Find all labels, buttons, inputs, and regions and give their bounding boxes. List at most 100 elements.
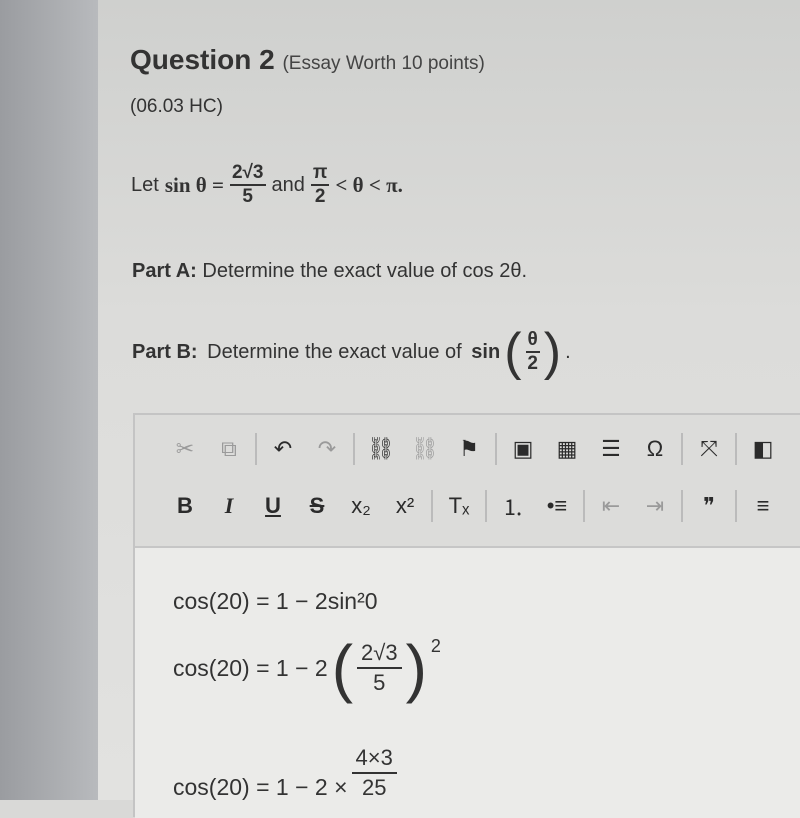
- fraction: 2√3 5: [229, 162, 266, 208]
- inequality: < θ < π.: [335, 172, 403, 197]
- toolbar-separator: [431, 490, 433, 522]
- denominator: 5: [373, 670, 386, 695]
- flag-button[interactable]: ⚑: [447, 433, 491, 465]
- toolbar-separator: [583, 490, 585, 522]
- bold-icon: B: [177, 493, 193, 518]
- sin-fn: sin: [471, 340, 501, 363]
- toolbar-separator: [353, 433, 355, 465]
- fraction: 4×3 25: [351, 744, 397, 802]
- part-b-label: Part B:: [132, 340, 198, 363]
- copy-icon: ⧉: [221, 436, 237, 461]
- underline-button[interactable]: U: [251, 490, 295, 522]
- part-b: Part B: Determine the exact value of sin…: [132, 326, 571, 378]
- blockquote-icon: ❞: [703, 493, 715, 518]
- outdent-button[interactable]: ⇤: [589, 490, 633, 522]
- denominator: 25: [361, 775, 387, 800]
- underline-icon: U: [265, 493, 281, 518]
- remove-format-icon: Tₓ: [448, 493, 470, 518]
- toolbar-separator: [735, 490, 737, 522]
- numerator: π: [310, 162, 330, 186]
- question-code: (06.03 HC): [130, 96, 223, 117]
- link-icon: ⛓: [367, 436, 395, 461]
- redo-icon: ↷: [317, 436, 337, 461]
- editor-content[interactable]: cos(20) = 1 − 2sin²0 cos(20) = 1 − 2( 2√…: [135, 548, 800, 818]
- line3-left: cos(20) = 1 − 2 ×: [173, 773, 348, 800]
- numbered-list-icon: ⒈: [501, 495, 524, 520]
- toolbar-row-2: B I U Sx₂ x² Tₓ ⒈ •≡ ⇤ ⇥ ❞ ≡: [163, 490, 785, 522]
- italic-icon: I: [224, 493, 234, 518]
- paren: (: [504, 323, 522, 381]
- table-icon: ▦: [556, 436, 578, 461]
- outdent-icon: ⇤: [601, 493, 621, 518]
- and-text: and: [271, 173, 305, 196]
- fraction: π2: [310, 162, 330, 208]
- cut-button[interactable]: ✂: [163, 433, 207, 465]
- numerator: 2√3: [357, 639, 402, 669]
- toolbar-separator: [681, 490, 683, 522]
- question-title: Question 2 (Essay Worth 10 points): [130, 44, 485, 76]
- subscript-button[interactable]: x₂: [339, 490, 383, 522]
- editor-toolbar: ✂ ⧉ ↶ ↷ ⛓ ⛓ ⚑ ▣ ▦ ☰ Ω ⤧ ◧ B I U Sx₂ x² Tₓ ⒈ •≡ ⇤ ⇥ ❞ ≡: [135, 415, 800, 548]
- source-button[interactable]: ◧: [741, 433, 785, 465]
- line2-left: cos(20) = 1 − 2: [173, 654, 328, 681]
- table-button[interactable]: ▦: [545, 433, 589, 465]
- toolbar-separator: [485, 490, 487, 522]
- fraction: θ2: [525, 329, 540, 375]
- part-b-text: Determine the exact value of: [201, 340, 468, 363]
- paren: ): [405, 632, 427, 704]
- link-button[interactable]: ⛓: [359, 433, 403, 465]
- numerator: θ: [525, 329, 540, 353]
- maximize-button[interactable]: ⤧: [687, 433, 731, 465]
- exponent: 2: [430, 636, 441, 656]
- denominator: 2: [527, 353, 538, 374]
- horizontal-line-icon: ☰: [601, 436, 621, 461]
- toolbar-separator: [255, 433, 257, 465]
- superscript-icon: x²: [395, 493, 415, 518]
- horizontal-line-button[interactable]: ☰: [589, 433, 633, 465]
- bold-button[interactable]: B: [163, 490, 207, 522]
- omega-button[interactable]: Ω: [633, 433, 677, 465]
- background-left: [0, 0, 98, 800]
- undo-icon: ↶: [273, 436, 293, 461]
- unlink-button[interactable]: ⛓: [403, 433, 447, 465]
- denominator: 2: [314, 186, 326, 207]
- image-icon: ▣: [512, 436, 534, 461]
- omega-icon: Ω: [646, 436, 664, 461]
- blockquote-button[interactable]: ❞: [687, 490, 731, 522]
- strikethrough-button[interactable]: S: [295, 490, 339, 522]
- source-icon: ◧: [752, 436, 774, 461]
- numbered-list-button[interactable]: ⒈: [491, 490, 535, 522]
- part-a: Part A: Determine the exact value of cos…: [132, 260, 527, 283]
- cut-icon: ✂: [175, 436, 195, 461]
- maximize-icon: ⤧: [700, 436, 718, 461]
- align-button[interactable]: ≡: [741, 490, 785, 522]
- part-a-label: Part A:: [132, 260, 197, 282]
- sin-theta: sin θ =: [164, 172, 224, 197]
- numerator: 2√3: [229, 162, 266, 186]
- answer-line-1: cos(20) = 1 − 2sin²0: [173, 588, 378, 614]
- numerator: 4×3: [351, 744, 397, 774]
- paren: (: [331, 632, 354, 704]
- image-button[interactable]: ▣: [501, 433, 545, 465]
- bulleted-list-icon: •≡: [546, 493, 568, 518]
- italic-button[interactable]: I: [207, 490, 251, 522]
- given-statement: Let sin θ = 2√3 5 and π2 < θ < π.: [131, 162, 403, 208]
- rich-text-editor: ✂ ⧉ ↶ ↷ ⛓ ⛓ ⚑ ▣ ▦ ☰ Ω ⤧ ◧ B I U Sx₂ x² Tₓ ⒈ •≡ ⇤ ⇥ ❞ ≡ cos(20) …: [133, 413, 800, 818]
- paren: ): [543, 323, 562, 381]
- undo-button[interactable]: ↶: [261, 433, 305, 465]
- part-a-text: Determine the exact value of cos 2θ.: [196, 260, 528, 282]
- toolbar-row-1: ✂ ⧉ ↶ ↷ ⛓ ⛓ ⚑ ▣ ▦ ☰ Ω ⤧ ◧: [163, 433, 785, 465]
- question-worth: (Essay Worth 10 points): [282, 53, 485, 74]
- unlink-icon: ⛓: [411, 436, 439, 461]
- subscript-icon: x₂: [351, 493, 371, 518]
- toolbar-separator: [735, 433, 737, 465]
- superscript-button[interactable]: x²: [383, 490, 427, 522]
- bulleted-list-button[interactable]: •≡: [535, 490, 579, 522]
- remove-format-button[interactable]: Tₓ: [437, 490, 481, 522]
- indent-button[interactable]: ⇥: [633, 490, 677, 522]
- copy-button[interactable]: ⧉: [207, 433, 251, 465]
- strikethrough-icon: S: [309, 493, 325, 518]
- denominator: 5: [242, 186, 253, 207]
- redo-button[interactable]: ↷: [305, 433, 349, 465]
- let-text: Let: [131, 173, 159, 196]
